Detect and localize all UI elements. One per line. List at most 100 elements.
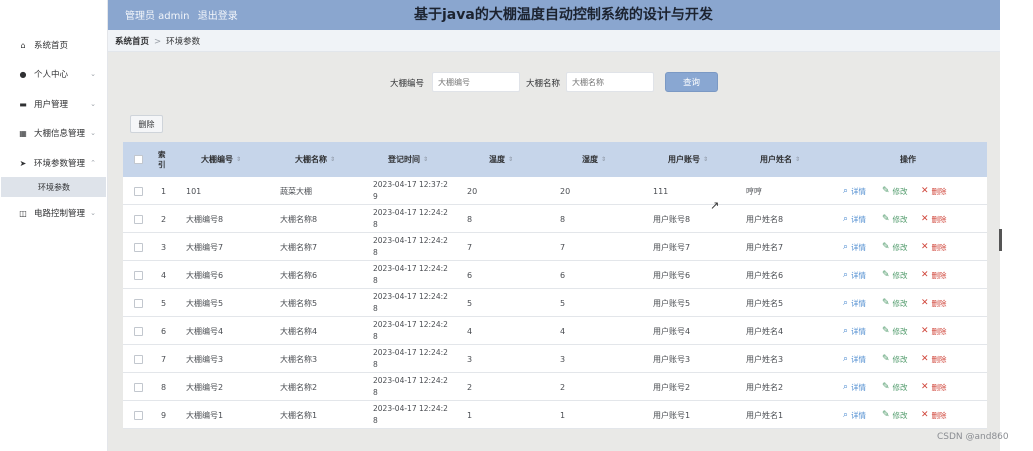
scrollbar-thumb[interactable] bbox=[999, 229, 1002, 251]
row-checkbox[interactable] bbox=[134, 243, 143, 252]
sort-icon: ⇕ bbox=[795, 156, 801, 163]
col-greenhouse-name[interactable]: 大棚名称 ⇕ bbox=[295, 142, 335, 177]
close-icon: ✕ bbox=[921, 242, 929, 252]
cell-index: 8 bbox=[161, 382, 167, 392]
row-checkbox[interactable] bbox=[134, 355, 143, 364]
logout-link[interactable]: 退出登录 bbox=[198, 11, 238, 22]
row-detail-button[interactable]: ⌕ 详情 bbox=[843, 205, 866, 233]
cell-user-account: 111 bbox=[653, 186, 669, 196]
sidebar-item-profile[interactable]: ● 个人中心 ⌄ bbox=[0, 63, 107, 85]
table-row: 2 大棚编号8 大棚名称8 2023-04-17 12:24:2 8 8 8 用户账号8 用户… bbox=[123, 205, 987, 233]
sidebar-item-label: 系统首页 bbox=[34, 41, 69, 51]
row-delete-label: 删除 bbox=[931, 326, 947, 336]
breadcrumb-home[interactable]: 系统首页 bbox=[115, 37, 149, 47]
cell-humidity: 8 bbox=[560, 214, 566, 224]
table-header: 索 引 大棚编号 ⇕ 大棚名称 ⇕ 登记时间 ⇕ 温度 ⇕ 湿度 ⇕ 用户账号 ⇕ 用户姓名… bbox=[123, 142, 987, 177]
col-user-name[interactable]: 用户姓名 ⇕ bbox=[760, 142, 800, 177]
row-edit-button[interactable]: ✎ 修改 bbox=[882, 401, 908, 429]
sidebar-subitem-environment-params[interactable]: 环境参数 bbox=[1, 177, 106, 197]
row-edit-button[interactable]: ✎ 修改 bbox=[882, 233, 908, 261]
row-delete-button[interactable]: ✕ 删除 bbox=[921, 401, 947, 429]
cell-greenhouse-name: 大棚名称5 bbox=[280, 298, 318, 308]
row-checkbox[interactable] bbox=[134, 299, 143, 308]
greenhouse-no-input[interactable] bbox=[432, 72, 520, 92]
col-register-time[interactable]: 登记时间 ⇕ bbox=[388, 142, 428, 177]
pencil-icon: ✎ bbox=[882, 326, 890, 336]
cell-greenhouse-name: 大棚名称1 bbox=[280, 410, 318, 420]
row-delete-button[interactable]: ✕ 删除 bbox=[921, 177, 947, 205]
pencil-icon: ✎ bbox=[882, 298, 890, 308]
cell-greenhouse-no: 大棚编号2 bbox=[186, 382, 224, 392]
row-checkbox[interactable] bbox=[134, 383, 143, 392]
row-edit-button[interactable]: ✎ 修改 bbox=[882, 205, 908, 233]
row-checkbox[interactable] bbox=[134, 271, 143, 280]
row-delete-button[interactable]: ✕ 删除 bbox=[921, 205, 947, 233]
cell-register-time: 2023-04-17 12:24:2 8 bbox=[373, 292, 448, 313]
col-user-account[interactable]: 用户账号 ⇕ bbox=[668, 142, 708, 177]
cell-index: 7 bbox=[161, 354, 167, 364]
sidebar-item-greenhouse[interactable]: ▦ 大棚信息管理 ⌄ bbox=[0, 122, 107, 144]
cell-index: 9 bbox=[161, 410, 167, 420]
sidebar-item-circuit[interactable]: ◫ 电路控制管理 ⌄ bbox=[0, 202, 107, 224]
cell-user-name: 用户姓名5 bbox=[746, 298, 784, 308]
row-edit-label: 修改 bbox=[892, 326, 908, 336]
row-detail-label: 详情 bbox=[851, 298, 867, 308]
row-detail-button[interactable]: ⌕ 详情 bbox=[843, 177, 866, 205]
row-edit-button[interactable]: ✎ 修改 bbox=[882, 317, 908, 345]
table-row: 3 大棚编号7 大棚名称7 2023-04-17 12:24:2 8 7 7 用户账号7 用户… bbox=[123, 233, 987, 261]
breadcrumb: 系统首页 > 环境参数 bbox=[115, 37, 201, 47]
sidebar-item-environment[interactable]: ➤ 环境参数管理 ⌃ bbox=[0, 152, 107, 174]
row-delete-label: 删除 bbox=[931, 354, 947, 364]
row-detail-button[interactable]: ⌕ 详情 bbox=[843, 317, 866, 345]
database-icon: ◫ bbox=[19, 208, 27, 218]
row-edit-button[interactable]: ✎ 修改 bbox=[882, 345, 908, 373]
row-edit-button[interactable]: ✎ 修改 bbox=[882, 177, 908, 205]
row-checkbox[interactable] bbox=[134, 215, 143, 224]
row-detail-button[interactable]: ⌕ 详情 bbox=[843, 233, 866, 261]
row-detail-button[interactable]: ⌕ 详情 bbox=[843, 401, 866, 429]
batch-delete-button[interactable]: 删除 bbox=[130, 115, 163, 133]
row-checkbox[interactable] bbox=[134, 327, 143, 336]
row-delete-button[interactable]: ✕ 删除 bbox=[921, 289, 947, 317]
row-edit-button[interactable]: ✎ 修改 bbox=[882, 289, 908, 317]
sidebar-item-label: 电路控制管理 bbox=[34, 209, 86, 219]
cell-greenhouse-no: 大棚编号8 bbox=[186, 214, 224, 224]
col-humidity[interactable]: 湿度 ⇕ bbox=[582, 142, 606, 177]
col-actions: 操作 bbox=[900, 155, 916, 164]
row-delete-button[interactable]: ✕ 删除 bbox=[921, 373, 947, 401]
search-label-greenhouse-no: 大棚编号 bbox=[390, 79, 425, 89]
row-detail-button[interactable]: ⌕ 详情 bbox=[843, 289, 866, 317]
row-checkbox[interactable] bbox=[134, 411, 143, 420]
row-detail-button[interactable]: ⌕ 详情 bbox=[843, 345, 866, 373]
search-icon: ⌕ bbox=[843, 186, 849, 196]
row-detail-button[interactable]: ⌕ 详情 bbox=[843, 373, 866, 401]
row-detail-button[interactable]: ⌕ 详情 bbox=[843, 261, 866, 289]
greenhouse-name-input[interactable] bbox=[566, 72, 654, 92]
col-greenhouse-no[interactable]: 大棚编号 ⇕ bbox=[201, 142, 241, 177]
cell-user-account: 用户账号4 bbox=[653, 326, 691, 336]
sidebar-item-home[interactable]: ⌂ 系统首页 bbox=[0, 34, 107, 56]
row-edit-button[interactable]: ✎ 修改 bbox=[882, 373, 908, 401]
col-temperature[interactable]: 温度 ⇕ bbox=[489, 142, 513, 177]
cell-temperature: 3 bbox=[467, 354, 473, 364]
table-row: 8 大棚编号2 大棚名称2 2023-04-17 12:24:2 8 2 2 用户账号2 用户… bbox=[123, 373, 987, 401]
sidebar-item-users[interactable]: ▬ 用户管理 ⌄ bbox=[0, 93, 107, 115]
row-checkbox[interactable] bbox=[134, 187, 143, 196]
cell-temperature: 5 bbox=[467, 298, 473, 308]
row-delete-button[interactable]: ✕ 删除 bbox=[921, 233, 947, 261]
sidebar-item-label: 个人中心 bbox=[34, 70, 69, 80]
search-icon: ⌕ bbox=[843, 382, 849, 392]
cell-user-name: 用户姓名2 bbox=[746, 382, 784, 392]
table-row: 4 大棚编号6 大棚名称6 2023-04-17 12:24:2 8 6 6 用户账号6 用户… bbox=[123, 261, 987, 289]
home-icon: ⌂ bbox=[20, 40, 26, 50]
row-delete-button[interactable]: ✕ 删除 bbox=[921, 345, 947, 373]
select-all-checkbox[interactable] bbox=[134, 155, 143, 164]
cell-register-time: 2023-04-17 12:24:2 8 bbox=[373, 404, 448, 425]
table-row: 6 大棚编号4 大棚名称4 2023-04-17 12:24:2 8 4 4 用户账号4 用户… bbox=[123, 317, 987, 345]
row-edit-label: 修改 bbox=[892, 298, 908, 308]
row-edit-button[interactable]: ✎ 修改 bbox=[882, 261, 908, 289]
row-delete-button[interactable]: ✕ 删除 bbox=[921, 317, 947, 345]
search-button[interactable]: 查询 bbox=[665, 72, 718, 92]
row-delete-button[interactable]: ✕ 删除 bbox=[921, 261, 947, 289]
close-icon: ✕ bbox=[921, 354, 929, 364]
